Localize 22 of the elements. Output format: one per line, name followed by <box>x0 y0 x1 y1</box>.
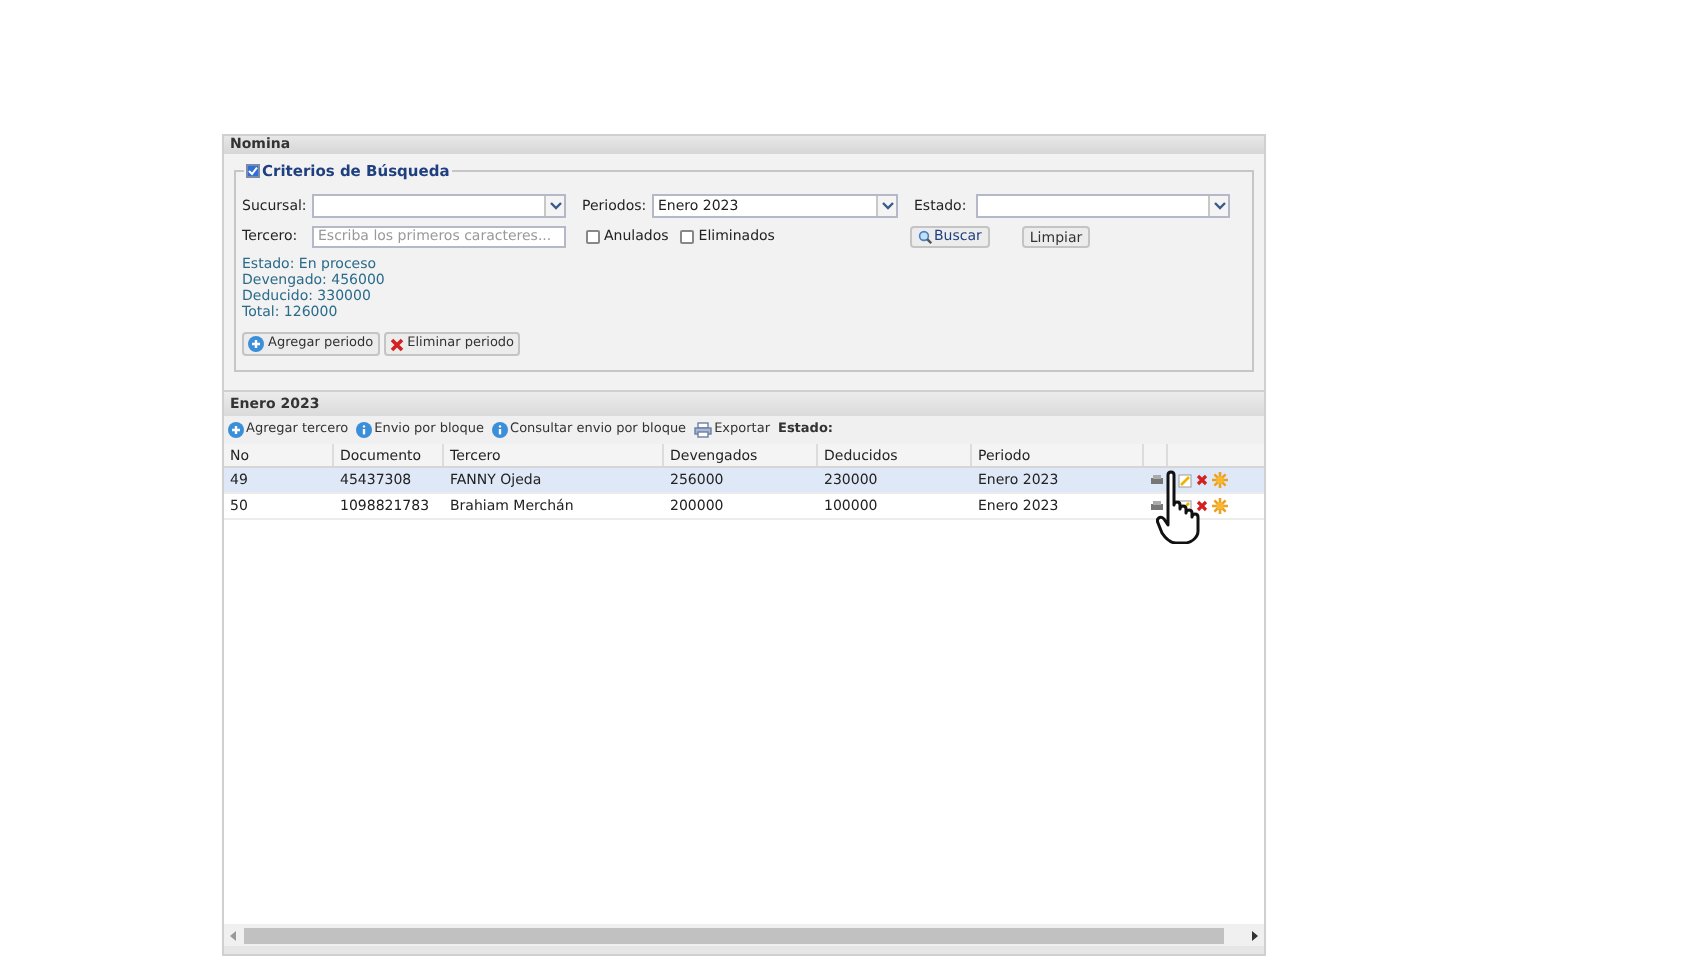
dropdown-button[interactable] <box>544 196 564 216</box>
criteria-checkbox[interactable] <box>246 164 260 179</box>
info-circle-icon <box>356 422 373 438</box>
caret-icon <box>1213 202 1225 210</box>
scroll-right-icon[interactable] <box>1250 929 1260 941</box>
checkbox[interactable] <box>680 229 695 243</box>
dropdown-button[interactable] <box>1208 196 1228 216</box>
scroll-left-icon[interactable] <box>228 929 238 941</box>
edit-icon[interactable] <box>1178 473 1192 487</box>
cross-icon[interactable] <box>1196 474 1208 486</box>
plus-circle-icon <box>248 336 264 352</box>
caret-icon <box>881 202 893 210</box>
checkbox[interactable] <box>586 229 600 243</box>
dropdown-button[interactable] <box>876 196 896 216</box>
cross-icon[interactable] <box>1196 500 1208 512</box>
info-circle-icon <box>492 422 509 438</box>
cross-icon <box>389 337 404 351</box>
magnifier-icon <box>918 229 932 243</box>
plus-circle-icon <box>228 422 244 438</box>
caret-icon <box>549 202 561 210</box>
printer-icon <box>694 422 713 438</box>
horizontal-scrollbar[interactable] <box>224 924 1264 946</box>
